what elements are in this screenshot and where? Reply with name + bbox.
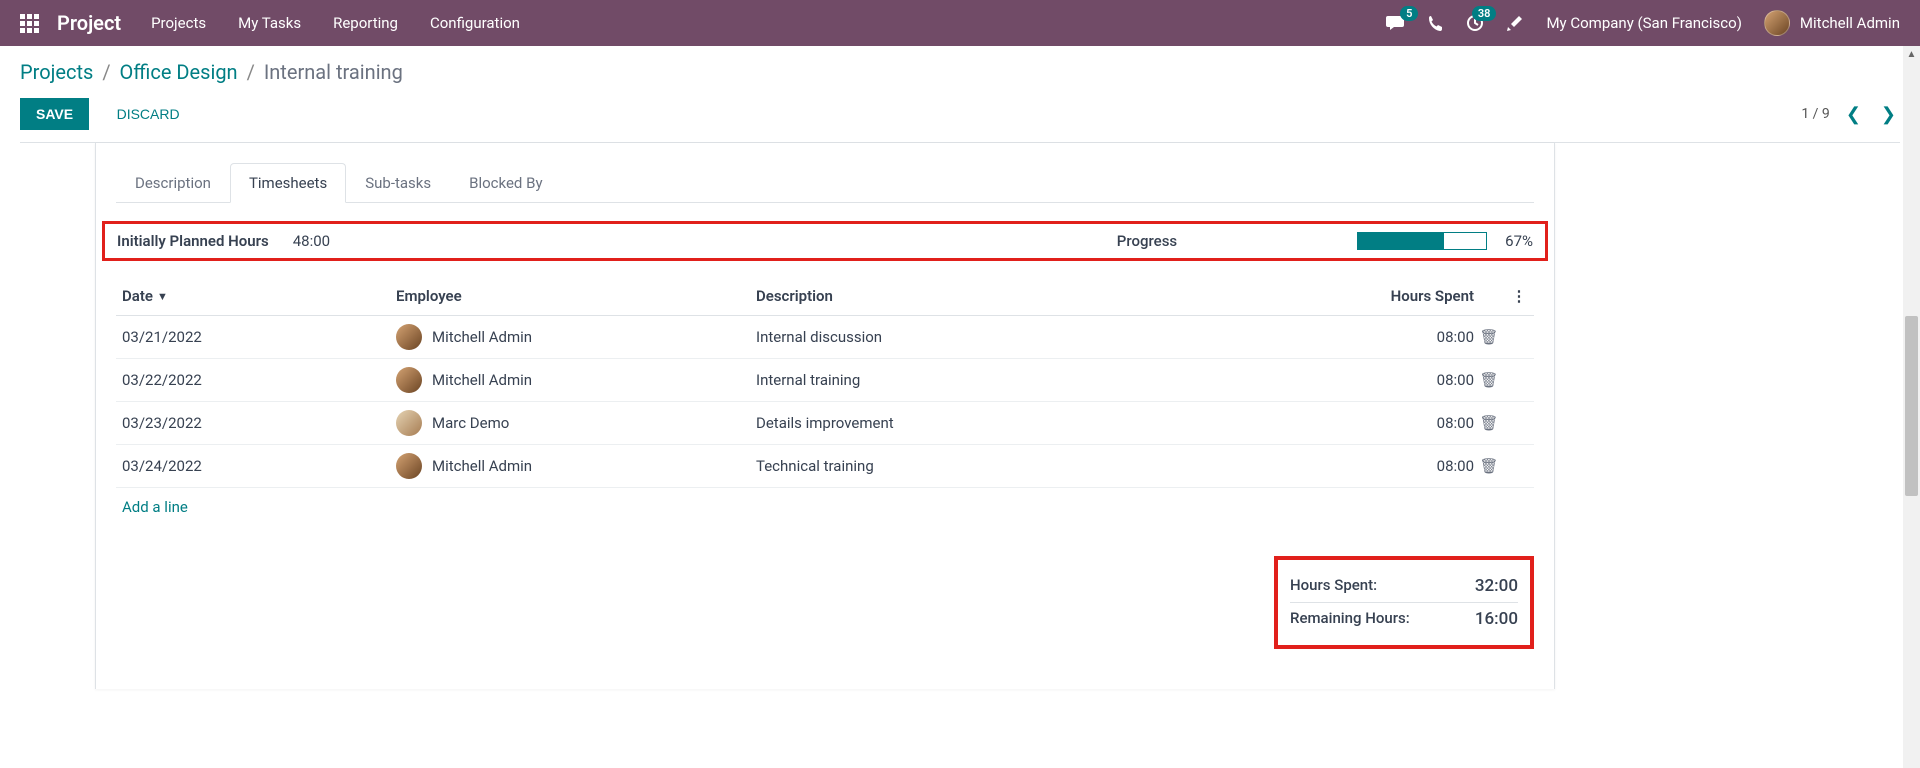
table-row[interactable]: 03/22/2022Mitchell AdminInternal trainin…	[116, 359, 1534, 402]
table-header: Date ▼ Employee Description Hours Spent …	[116, 277, 1534, 316]
progress-label: Progress	[1117, 232, 1177, 250]
pager-count[interactable]: 1 / 9	[1801, 106, 1829, 122]
remaining-hours-label: Remaining Hours:	[1290, 609, 1410, 629]
user-avatar-icon	[1764, 10, 1790, 36]
top-navbar: Project Projects My Tasks Reporting Conf…	[0, 0, 1920, 46]
planned-hours-value[interactable]: 48:00	[293, 232, 330, 250]
table-row[interactable]: 03/23/2022Marc DemoDetails improvement08…	[116, 402, 1534, 445]
menu-projects[interactable]: Projects	[151, 14, 206, 32]
tab-description[interactable]: Description	[116, 163, 230, 203]
scroll-thumb[interactable]	[1905, 316, 1918, 496]
messages-badge: 5	[1400, 6, 1418, 21]
tab-subtasks[interactable]: Sub-tasks	[346, 163, 450, 203]
delete-row-icon[interactable]: 🗑	[1479, 457, 1498, 475]
col-date-header[interactable]: Date ▼	[122, 287, 168, 305]
caret-down-icon: ▼	[157, 290, 168, 303]
timesheet-table: Date ▼ Employee Description Hours Spent …	[116, 277, 1534, 526]
cell-date[interactable]: 03/23/2022	[116, 414, 396, 432]
control-panel: Projects / Office Design / Internal trai…	[0, 46, 1920, 143]
menu-my-tasks[interactable]: My Tasks	[238, 14, 301, 32]
progress-fill	[1358, 233, 1444, 249]
breadcrumb-root[interactable]: Projects	[20, 60, 93, 84]
app-name[interactable]: Project	[57, 11, 121, 35]
menu-reporting[interactable]: Reporting	[333, 14, 398, 32]
employee-avatar-icon	[396, 367, 422, 393]
save-button[interactable]: SAVE	[20, 98, 89, 130]
cell-hours[interactable]: 08:00	[1344, 414, 1474, 432]
col-employee-header[interactable]: Employee	[396, 287, 756, 305]
cell-date[interactable]: 03/24/2022	[116, 457, 396, 475]
breadcrumb-project[interactable]: Office Design	[120, 60, 238, 84]
company-selector[interactable]: My Company (San Francisco)	[1546, 14, 1741, 32]
delete-row-icon[interactable]: 🗑	[1479, 371, 1498, 389]
cell-description[interactable]: Technical training	[756, 457, 1344, 475]
tab-blocked-by[interactable]: Blocked By	[450, 163, 561, 203]
vertical-scrollbar[interactable]: ▲	[1903, 46, 1920, 768]
cell-date[interactable]: 03/21/2022	[116, 328, 396, 346]
delete-row-icon[interactable]: 🗑	[1479, 328, 1498, 346]
col-description-header[interactable]: Description	[756, 287, 1344, 305]
activities-badge: 38	[1472, 6, 1497, 21]
activities-icon[interactable]: 38	[1466, 14, 1484, 32]
add-line-link[interactable]: Add a line	[116, 488, 1534, 526]
breadcrumb: Projects / Office Design / Internal trai…	[20, 60, 1900, 84]
table-row[interactable]: 03/24/2022Mitchell AdminTechnical traini…	[116, 445, 1534, 488]
apps-icon[interactable]	[20, 14, 39, 33]
user-name: Mitchell Admin	[1800, 14, 1900, 32]
cell-employee[interactable]: Marc Demo	[396, 410, 756, 436]
planned-hours-label: Initially Planned Hours	[117, 232, 269, 250]
table-row[interactable]: 03/21/2022Mitchell AdminInternal discuss…	[116, 316, 1534, 359]
employee-avatar-icon	[396, 410, 422, 436]
messages-icon[interactable]: 5	[1386, 14, 1406, 32]
main-menu: Projects My Tasks Reporting Configuratio…	[151, 14, 1386, 32]
employee-avatar-icon	[396, 324, 422, 350]
cell-description[interactable]: Details improvement	[756, 414, 1344, 432]
pager: 1 / 9 ❮ ❯	[1801, 100, 1900, 129]
cell-date[interactable]: 03/22/2022	[116, 371, 396, 389]
cell-hours[interactable]: 08:00	[1344, 328, 1474, 346]
topbar-right: 5 38 My Company (San Francisco) Mitchell…	[1386, 10, 1900, 36]
breadcrumb-current: Internal training	[264, 60, 403, 84]
pager-next-icon[interactable]: ❯	[1877, 100, 1900, 129]
cell-description[interactable]: Internal discussion	[756, 328, 1344, 346]
cell-employee[interactable]: Mitchell Admin	[396, 324, 756, 350]
cell-hours[interactable]: 08:00	[1344, 371, 1474, 389]
col-hours-header[interactable]: Hours Spent	[1344, 287, 1474, 305]
table-options-icon[interactable]: ⋮	[1504, 287, 1534, 305]
cell-employee[interactable]: Mitchell Admin	[396, 453, 756, 479]
menu-configuration[interactable]: Configuration	[430, 14, 520, 32]
cell-employee[interactable]: Mitchell Admin	[396, 367, 756, 393]
phone-icon[interactable]	[1428, 15, 1444, 31]
planned-hours-row: Initially Planned Hours 48:00 Progress 6…	[102, 221, 1548, 261]
employee-avatar-icon	[396, 453, 422, 479]
pager-prev-icon[interactable]: ❮	[1842, 100, 1865, 129]
cell-description[interactable]: Internal training	[756, 371, 1344, 389]
hours-spent-label: Hours Spent:	[1290, 576, 1377, 596]
user-menu[interactable]: Mitchell Admin	[1764, 10, 1900, 36]
delete-row-icon[interactable]: 🗑	[1479, 414, 1498, 432]
tools-icon[interactable]	[1506, 14, 1524, 32]
tab-timesheets[interactable]: Timesheets	[230, 163, 346, 203]
totals-box: Hours Spent: 32:00 Remaining Hours: 16:0…	[1274, 556, 1534, 649]
progress-bar	[1357, 232, 1487, 250]
tab-bar: Description Timesheets Sub-tasks Blocked…	[116, 163, 1534, 203]
cell-hours[interactable]: 08:00	[1344, 457, 1474, 475]
scroll-up-icon[interactable]: ▲	[1903, 46, 1920, 63]
remaining-hours-value: 16:00	[1475, 609, 1518, 629]
form-sheet: Description Timesheets Sub-tasks Blocked…	[95, 143, 1555, 689]
discard-button[interactable]: DISCARD	[101, 98, 196, 130]
progress-percent: 67%	[1505, 232, 1533, 250]
hours-spent-value: 32:00	[1475, 576, 1518, 596]
